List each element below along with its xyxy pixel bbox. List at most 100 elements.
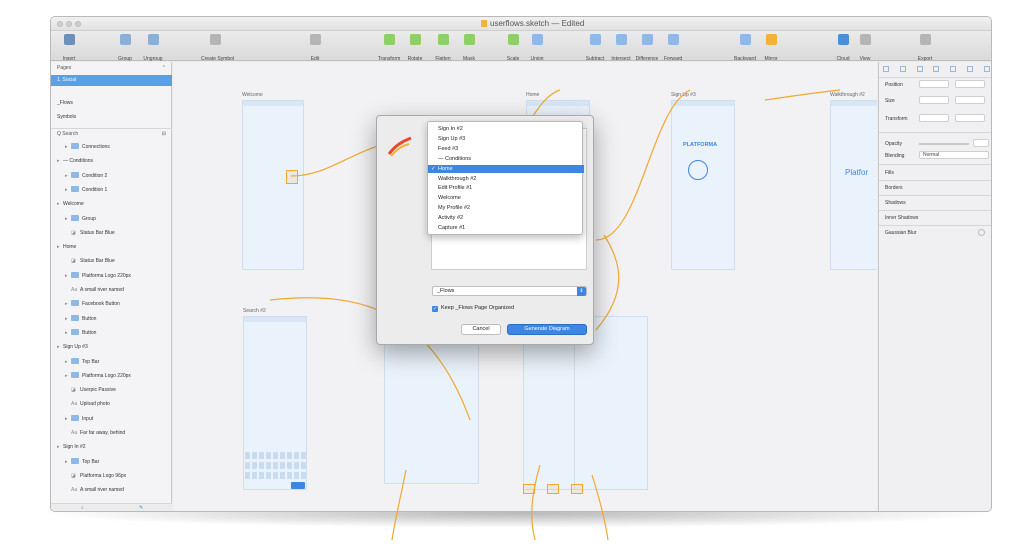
difference-tool[interactable]: Difference bbox=[633, 33, 661, 62]
page-select[interactable]: _Flows ⇕ bbox=[432, 286, 587, 296]
forward-tool[interactable]: Forward bbox=[659, 33, 687, 62]
create-symbol-tool[interactable]: Create Symbol bbox=[201, 33, 234, 62]
menu-item[interactable]: Capture #1 bbox=[428, 224, 584, 233]
ungroup-tool[interactable]: Ungroup bbox=[139, 33, 167, 62]
layer-row[interactable]: Aa Far far away, behind bbox=[51, 428, 172, 439]
layer-row[interactable]: ▸ Button bbox=[51, 314, 172, 325]
close-window-button[interactable] bbox=[57, 21, 63, 27]
subtract-tool[interactable]: Subtract bbox=[581, 33, 609, 62]
page-item-flows[interactable]: _Flows bbox=[51, 98, 172, 109]
artboard-label[interactable]: Welcome bbox=[242, 92, 263, 98]
collapse-pages-icon[interactable]: ⌃ bbox=[162, 63, 166, 74]
export-tool[interactable]: Export bbox=[911, 33, 939, 62]
layer-row[interactable]: ◪ Status Bar Blue bbox=[51, 228, 172, 239]
menu-item[interactable]: Sign Up #3 bbox=[428, 135, 584, 144]
opacity-slider[interactable] bbox=[919, 143, 969, 145]
mask-tool[interactable]: Mask bbox=[455, 33, 483, 62]
artboard[interactable] bbox=[242, 100, 304, 270]
union-tool[interactable]: Union bbox=[523, 33, 551, 62]
page-item-social[interactable]: 1. Social bbox=[51, 75, 172, 86]
position-y-field[interactable] bbox=[955, 80, 985, 88]
welcome-hotspot[interactable] bbox=[286, 170, 298, 184]
menu-item[interactable]: Edit Profile #1 bbox=[428, 184, 584, 193]
menu-item[interactable]: My Profile #2 bbox=[428, 204, 584, 213]
height-field[interactable] bbox=[955, 96, 985, 104]
artboard-label[interactable]: Search #2 bbox=[243, 308, 266, 314]
position-x-field[interactable] bbox=[919, 80, 949, 88]
align-top-icon[interactable] bbox=[933, 66, 940, 72]
artboard[interactable] bbox=[384, 334, 479, 484]
tab-hotspot[interactable] bbox=[571, 484, 583, 494]
minimize-window-button[interactable] bbox=[66, 21, 72, 27]
width-field[interactable] bbox=[919, 96, 949, 104]
sidebar-search-icon[interactable]: ⌕ bbox=[81, 505, 84, 511]
layer-row[interactable]: ▸ Group bbox=[51, 214, 172, 225]
artboard[interactable] bbox=[671, 100, 735, 270]
zoom-window-button[interactable] bbox=[75, 21, 81, 27]
tab-hotspot[interactable] bbox=[523, 484, 535, 494]
flatten-tool[interactable]: Flatten bbox=[429, 33, 457, 62]
artboard-label[interactable]: Walkthrough #2 bbox=[830, 92, 865, 98]
layer-row[interactable]: ▸ Sign Up #3 bbox=[51, 342, 172, 353]
layer-row[interactable]: ▸ Facebook Button bbox=[51, 299, 172, 310]
distribute-icon[interactable] bbox=[983, 66, 990, 72]
layer-search[interactable]: Q Search ⊟ bbox=[51, 128, 172, 139]
layer-row[interactable]: ▸ Input bbox=[51, 414, 172, 425]
opacity-field[interactable] bbox=[973, 139, 989, 147]
view-tool[interactable]: View bbox=[851, 33, 879, 62]
layer-row[interactable]: ▸ Platforma Logo 220px bbox=[51, 271, 172, 282]
layer-options-icon[interactable]: ⊟ bbox=[162, 129, 166, 140]
layer-row[interactable]: ▸ Top Bar bbox=[51, 357, 172, 368]
menu-item[interactable]: — Conditions bbox=[428, 155, 584, 164]
align-middle-icon[interactable] bbox=[950, 66, 957, 72]
sidebar-edit-icon[interactable]: ✎ bbox=[139, 505, 143, 511]
intersect-tool[interactable]: Intersect bbox=[607, 33, 635, 62]
align-center-icon[interactable] bbox=[899, 66, 906, 72]
layer-row[interactable]: ▸ Condition 2 bbox=[51, 171, 172, 182]
rotate-tool[interactable]: Rotate bbox=[401, 33, 429, 62]
artboard-label[interactable]: Sign Up #3 bbox=[671, 92, 696, 98]
group-tool[interactable]: Group bbox=[111, 33, 139, 62]
layer-row[interactable]: ▸ Condition 1 bbox=[51, 185, 172, 196]
layer-row[interactable]: ◪ Platforma Logo 96px bbox=[51, 471, 172, 482]
layer-row[interactable]: ▸ Sign In #2 bbox=[51, 442, 172, 453]
shadows-label[interactable]: Shadows bbox=[885, 200, 906, 206]
layer-row[interactable]: ▸ Welcome bbox=[51, 199, 172, 210]
layer-row[interactable]: ▸ Platforma Logo 220px bbox=[51, 371, 172, 382]
layer-row[interactable]: ▸ Button bbox=[51, 328, 172, 339]
cancel-button[interactable]: Cancel bbox=[461, 324, 501, 335]
blur-toggle-icon[interactable] bbox=[978, 229, 985, 236]
layer-row[interactable]: ▸ — Conditions bbox=[51, 156, 172, 167]
layer-row[interactable]: ▸ Home bbox=[51, 242, 172, 253]
align-right-icon[interactable] bbox=[916, 66, 923, 72]
artboard[interactable] bbox=[830, 100, 877, 270]
align-left-icon[interactable] bbox=[883, 66, 889, 72]
layer-row[interactable]: ▸ Top Bar bbox=[51, 457, 172, 468]
artboard-label[interactable]: Home bbox=[526, 92, 539, 98]
generate-diagram-button[interactable]: Generate Diagram bbox=[507, 324, 587, 335]
page-item-symbols[interactable]: Symbols bbox=[51, 112, 172, 123]
keep-organized-checkbox[interactable]: ✓ Keep _Flows Page Organized bbox=[432, 305, 514, 312]
tab-hotspot[interactable] bbox=[547, 484, 559, 494]
flip-field[interactable] bbox=[955, 114, 985, 122]
layer-row[interactable]: Aa Upload photo bbox=[51, 399, 172, 410]
layer-row[interactable]: ◪ Status Bar Blue bbox=[51, 256, 172, 267]
mirror-tool[interactable]: Mirror bbox=[757, 33, 785, 62]
gaussian-blur-label[interactable]: Gaussian Blur bbox=[885, 230, 916, 236]
menu-item[interactable]: ✓ Home bbox=[428, 164, 584, 174]
blending-select[interactable]: Normal bbox=[919, 151, 989, 159]
menu-item[interactable]: Walkthrough #2 bbox=[428, 175, 584, 184]
menu-item[interactable]: Sign In #2 bbox=[428, 125, 584, 134]
menu-item[interactable]: Welcome bbox=[428, 194, 584, 203]
transform-tool[interactable]: Transform bbox=[375, 33, 403, 62]
fills-label[interactable]: Fills bbox=[885, 170, 894, 176]
insert-tool[interactable]: Insert bbox=[55, 33, 83, 62]
layer-row[interactable]: Aa A small river named bbox=[51, 485, 172, 496]
layer-row[interactable]: ▸ Connections bbox=[51, 142, 172, 153]
backward-tool[interactable]: Backward bbox=[731, 33, 759, 62]
inner-shadows-label[interactable]: Inner Shadows bbox=[885, 215, 918, 221]
edit-tool[interactable]: Edit bbox=[301, 33, 329, 62]
layer-row[interactable]: ◪ Userpic Passive bbox=[51, 385, 172, 396]
align-bottom-icon[interactable] bbox=[967, 66, 974, 72]
menu-item[interactable]: Feed #3 bbox=[428, 145, 584, 154]
